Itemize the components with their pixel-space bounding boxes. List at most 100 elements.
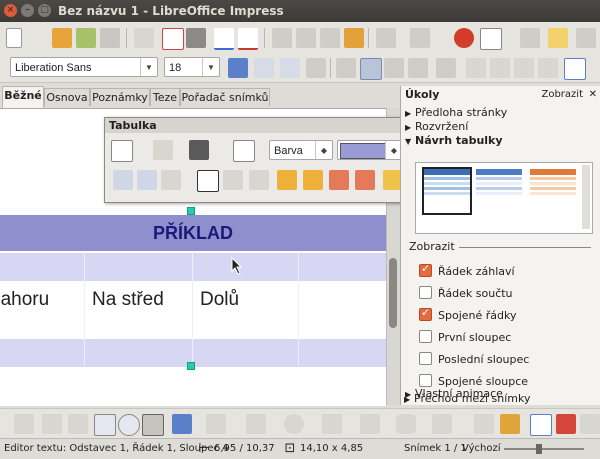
selection-handle[interactable] xyxy=(187,207,195,215)
print-icon[interactable] xyxy=(186,28,206,48)
view-menu-button[interactable]: Zobrazit xyxy=(541,86,583,104)
edit-file-icon[interactable] xyxy=(134,28,154,48)
font-size-combo[interactable]: 18 ▼ xyxy=(164,57,220,77)
arrow-right-icon[interactable] xyxy=(490,58,510,78)
justify-icon[interactable] xyxy=(408,58,428,78)
insert-image-icon[interactable] xyxy=(556,414,576,434)
fontwork-icon[interactable] xyxy=(530,414,552,436)
insert-row-icon[interactable] xyxy=(277,170,297,190)
table-style-preview[interactable] xyxy=(530,169,576,213)
symbol-shapes-icon[interactable] xyxy=(284,414,304,434)
glue-points-icon[interactable] xyxy=(500,414,520,434)
option-banded-columns[interactable]: Spojené sloupce xyxy=(419,374,528,388)
close-window-button[interactable]: × xyxy=(4,4,17,17)
email-icon[interactable] xyxy=(100,28,120,48)
copy-icon[interactable] xyxy=(296,28,316,48)
table-row[interactable] xyxy=(0,252,386,281)
align-bottom-icon[interactable] xyxy=(249,170,269,190)
save-icon[interactable] xyxy=(76,28,96,48)
font-name-combo[interactable]: Liberation Sans ▼ xyxy=(10,57,158,77)
basic-shapes-icon[interactable] xyxy=(246,414,266,434)
cut-icon[interactable] xyxy=(272,28,292,48)
arrow-up-icon[interactable] xyxy=(514,58,534,78)
help-icon[interactable] xyxy=(576,28,596,48)
chevron-down-icon[interactable]: ▼ xyxy=(202,58,219,76)
option-header-row[interactable]: Řádek záhlaví xyxy=(419,262,515,278)
checkbox[interactable] xyxy=(419,286,432,299)
chart-icon[interactable] xyxy=(454,28,474,48)
navigator-icon[interactable] xyxy=(520,28,540,48)
scrollbar-thumb[interactable] xyxy=(389,258,397,328)
gallery-icon[interactable] xyxy=(548,28,568,48)
split-cells-icon[interactable] xyxy=(137,170,157,190)
close-icon[interactable]: ✕ xyxy=(589,86,597,104)
table-toolbar-title[interactable]: Tabulka xyxy=(105,118,441,133)
select-arrow-icon[interactable] xyxy=(14,414,34,434)
arrow-left-icon[interactable] xyxy=(466,58,486,78)
table-style-preview[interactable] xyxy=(422,167,472,215)
open-folder-icon[interactable] xyxy=(52,28,72,48)
section-layouts[interactable]: ▶ Rozvržení xyxy=(405,120,597,134)
spellcheck-icon[interactable] xyxy=(214,28,234,50)
align-left-icon[interactable] xyxy=(336,58,356,78)
optimize-icon[interactable] xyxy=(161,170,181,190)
block-arrows-icon[interactable] xyxy=(322,414,342,434)
line-spacing-icon[interactable] xyxy=(436,58,456,78)
export-pdf-icon[interactable] xyxy=(162,28,184,50)
tab-outline[interactable]: Osnova xyxy=(44,88,90,106)
merge-cells-icon[interactable] xyxy=(113,170,133,190)
section-master-pages[interactable]: ▶ Předloha stránky xyxy=(405,106,597,120)
auto-spellcheck-icon[interactable] xyxy=(238,28,258,50)
arrow-down-icon[interactable] xyxy=(538,58,558,78)
checkbox[interactable] xyxy=(419,330,432,343)
table-row[interactable] xyxy=(0,281,386,338)
slide-table[interactable]: PŘÍKLAD nahoru Na střed Dolů xyxy=(0,215,386,367)
clone-formatting-icon[interactable] xyxy=(344,28,364,48)
points-icon[interactable] xyxy=(474,414,494,434)
paste-icon[interactable] xyxy=(320,28,340,48)
tab-handout[interactable]: Teze xyxy=(150,88,180,106)
align-center-icon[interactable] xyxy=(360,58,382,80)
borders-icon[interactable] xyxy=(233,140,255,162)
text-outline-icon[interactable] xyxy=(254,58,274,78)
section-table-design[interactable]: ▼ Návrh tabulky xyxy=(405,134,597,148)
text-tool-icon[interactable] xyxy=(142,414,164,436)
checkbox[interactable] xyxy=(419,306,432,321)
line-tool-icon[interactable] xyxy=(42,414,62,434)
minimize-window-button[interactable]: – xyxy=(21,4,34,17)
border-style-icon[interactable] xyxy=(153,140,173,160)
extrusion-icon[interactable] xyxy=(580,414,600,434)
chevron-down-icon[interactable]: ▼ xyxy=(140,58,157,76)
ellipse-icon[interactable] xyxy=(118,414,140,436)
insert-table-icon[interactable] xyxy=(111,140,133,162)
font-color-icon[interactable] xyxy=(280,58,300,78)
character-icon[interactable] xyxy=(564,58,586,80)
chevron-down-icon[interactable]: ◆ xyxy=(315,141,332,159)
checkbox[interactable] xyxy=(419,262,432,277)
section-slide-transition[interactable]: ▶ Přechod mezi snímky xyxy=(404,392,596,406)
selection-handle[interactable] xyxy=(187,362,195,370)
status-layout[interactable]: Výchozí xyxy=(462,439,500,459)
table-header-cell[interactable]: PŘÍKLAD xyxy=(0,215,386,251)
redo-icon[interactable] xyxy=(410,28,430,48)
table-icon[interactable] xyxy=(480,28,502,50)
border-color-icon[interactable] xyxy=(189,140,209,160)
preview-scrollbar[interactable] xyxy=(582,165,590,229)
delete-column-icon[interactable] xyxy=(355,170,375,190)
center-vertical-icon[interactable] xyxy=(223,170,243,190)
connector-icon[interactable] xyxy=(206,414,226,434)
align-right-icon[interactable] xyxy=(384,58,404,78)
fill-color-combo[interactable]: ◆ xyxy=(337,140,403,160)
new-document-icon[interactable] xyxy=(6,28,22,48)
flowchart-icon[interactable] xyxy=(360,414,380,434)
tab-normal[interactable]: Běžné xyxy=(2,86,44,108)
stars-icon[interactable] xyxy=(432,414,452,434)
checkbox[interactable] xyxy=(419,374,432,387)
table-cell-middle[interactable]: Na střed xyxy=(92,289,164,311)
option-total-row[interactable]: Řádek součtu xyxy=(419,286,513,300)
text-shadow-icon[interactable] xyxy=(228,58,248,78)
tab-notes[interactable]: Poznámky xyxy=(90,88,150,106)
zoom-slider[interactable] xyxy=(504,448,584,450)
curve-icon[interactable] xyxy=(172,414,192,434)
font-effect-icon[interactable] xyxy=(306,58,326,78)
